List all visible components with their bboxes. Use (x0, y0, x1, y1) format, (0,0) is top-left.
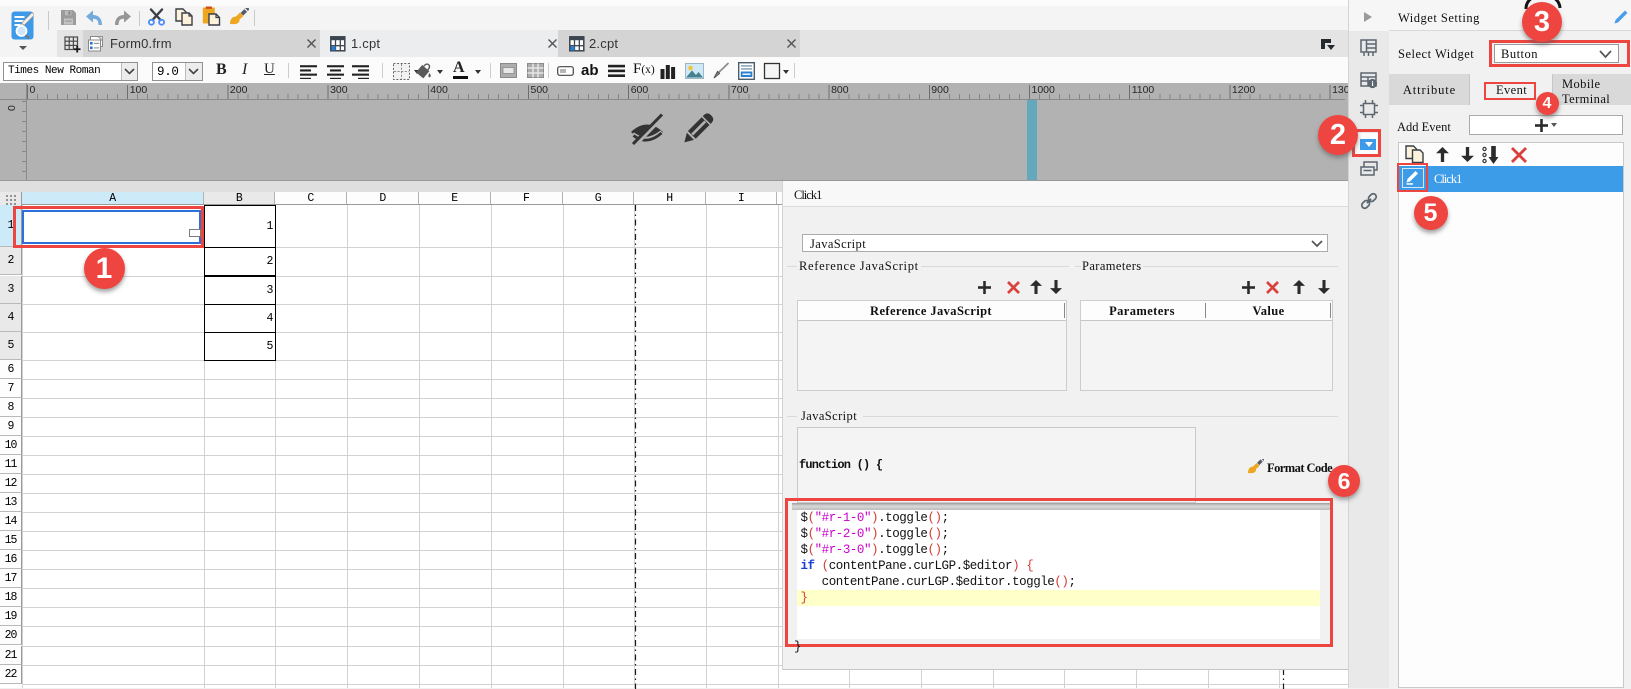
svg-text:i: i (1371, 79, 1373, 88)
